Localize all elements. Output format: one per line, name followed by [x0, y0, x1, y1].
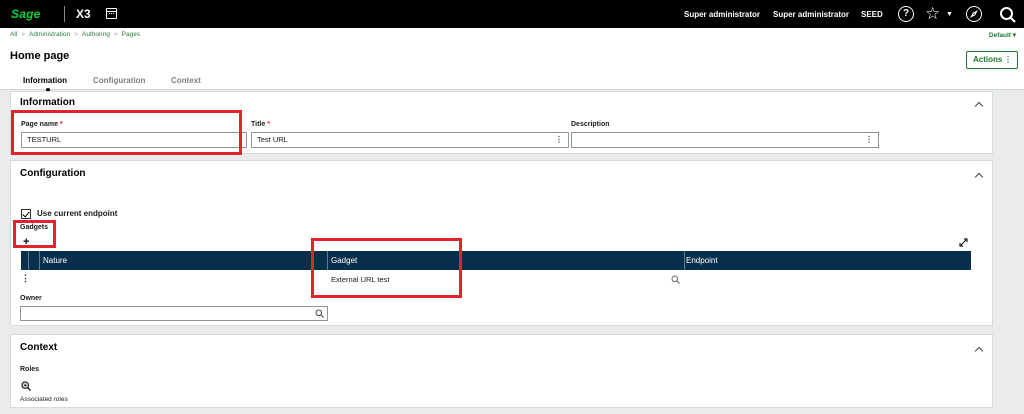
kebab-icon[interactable]: ⋮	[865, 133, 873, 147]
information-title: Information	[20, 97, 75, 108]
actions-label: Actions	[973, 55, 1003, 64]
roles-label: Roles	[20, 366, 40, 373]
chevron-down-icon[interactable]: ▼	[946, 11, 953, 18]
description-field[interactable]: ⋮	[571, 132, 879, 148]
tab-information[interactable]: Information	[23, 76, 67, 85]
breadcrumb: All > Administration > Authoring > Pages	[10, 31, 140, 38]
breadcrumb-separator: >	[113, 31, 118, 38]
owner-label: Owner	[20, 295, 42, 302]
default-selector[interactable]: Default ▾	[989, 31, 1016, 39]
tab-configuration[interactable]: Configuration	[93, 76, 145, 85]
page-name-label: Page name *	[21, 121, 63, 128]
search-icon[interactable]	[671, 275, 680, 284]
title-field[interactable]: Test URL ⋮	[251, 132, 569, 148]
column-divider	[684, 251, 685, 270]
breadcrumb-pages[interactable]: Pages	[122, 31, 140, 38]
top-bar-divider	[64, 6, 65, 22]
folder-menu[interactable]: SEED	[861, 10, 883, 19]
context-section: Context Roles Associated roles	[10, 334, 993, 408]
chevron-up-icon[interactable]	[974, 346, 984, 356]
expand-icon[interactable]	[959, 238, 968, 247]
description-label: Description	[571, 121, 610, 128]
top-bar: Sage X3 Super administrator Super admini…	[0, 0, 1024, 28]
column-endpoint[interactable]: Endpoint	[686, 256, 718, 265]
breadcrumb-separator: >	[21, 31, 26, 38]
kebab-icon[interactable]: ⋮	[555, 133, 563, 147]
breadcrumb-authoring[interactable]: Authoring	[82, 31, 110, 38]
configuration-section: Configuration Use current endpoint Gadge…	[10, 160, 993, 326]
calendar-icon[interactable]	[106, 8, 117, 19]
sage-logo[interactable]: Sage	[11, 7, 40, 21]
column-nature[interactable]: Nature	[43, 256, 67, 265]
column-gadget[interactable]: Gadget	[331, 256, 357, 265]
associated-roles-label: Associated roles	[20, 396, 68, 403]
compass-icon[interactable]	[966, 6, 982, 22]
table-row[interactable]: ⋮ External URL test	[21, 270, 971, 289]
row-menu-icon[interactable]: ⋮	[21, 273, 30, 284]
column-divider	[39, 251, 40, 270]
page-title: Home page	[10, 50, 70, 62]
breadcrumb-bar: All > Administration > Authoring > Pages Defau…	[0, 28, 1024, 42]
configuration-title: Configuration	[20, 168, 86, 179]
title-value: Test URL	[257, 135, 288, 144]
search-icon[interactable]	[999, 6, 1017, 24]
use-current-endpoint-checkbox[interactable]	[21, 209, 31, 219]
breadcrumb-all[interactable]: All	[10, 31, 17, 38]
page-header: Home page Actions ⋮ Information Configur…	[0, 42, 1024, 92]
chevron-up-icon[interactable]	[974, 101, 984, 111]
context-title: Context	[20, 342, 58, 353]
gadgets-grid-header: Nature Gadget Endpoint	[21, 251, 971, 270]
title-label: Title *	[251, 121, 270, 128]
chevron-up-icon[interactable]	[974, 172, 984, 182]
actions-button[interactable]: Actions ⋮	[966, 51, 1018, 69]
breadcrumb-separator: >	[74, 31, 79, 38]
star-icon[interactable]: ☆	[925, 4, 940, 24]
user-menu[interactable]: Super administrator	[684, 10, 760, 19]
kebab-icon: ⋮	[1004, 55, 1012, 64]
information-section: Information Page name * TESTURL Title * …	[10, 91, 993, 154]
role-menu[interactable]: Super administrator	[773, 10, 849, 19]
use-current-endpoint-label: Use current endpoint	[37, 209, 118, 218]
owner-field[interactable]	[20, 306, 328, 321]
x3-label[interactable]: X3	[76, 7, 91, 21]
gadgets-label: Gadgets	[20, 224, 49, 231]
column-divider	[28, 251, 29, 270]
tab-context[interactable]: Context	[171, 76, 201, 85]
help-icon[interactable]: ?	[898, 6, 914, 22]
zoom-add-icon[interactable]	[21, 381, 31, 391]
column-divider	[327, 251, 328, 270]
breadcrumb-administration[interactable]: Administration	[29, 31, 70, 38]
page-name-field[interactable]: TESTURL	[21, 132, 247, 148]
search-icon[interactable]	[315, 309, 324, 318]
add-gadget-icon[interactable]: +	[23, 237, 29, 248]
row-gadget[interactable]: External URL test	[331, 275, 390, 284]
